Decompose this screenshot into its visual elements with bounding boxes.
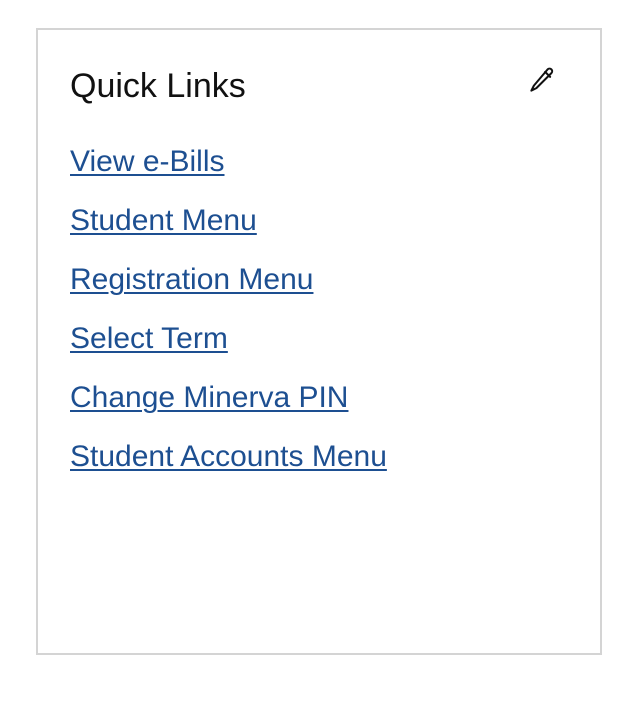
student-menu-link[interactable]: Student Menu bbox=[70, 204, 257, 237]
registration-menu-link[interactable]: Registration Menu bbox=[70, 263, 313, 296]
list-item: Student Accounts Menu bbox=[70, 437, 387, 496]
student-accounts-menu-link[interactable]: Student Accounts Menu bbox=[70, 440, 387, 473]
edit-button[interactable] bbox=[525, 65, 559, 99]
select-term-link[interactable]: Select Term bbox=[70, 322, 228, 355]
list-item: Registration Menu bbox=[70, 260, 387, 319]
pencil-icon bbox=[527, 65, 557, 100]
quick-links-card: Quick Links View e-Bills Student Menu Re… bbox=[36, 28, 602, 655]
view-e-bills-link[interactable]: View e-Bills bbox=[70, 145, 225, 178]
list-item: Change Minerva PIN bbox=[70, 378, 387, 437]
card-title: Quick Links bbox=[70, 67, 246, 105]
change-minerva-pin-link[interactable]: Change Minerva PIN bbox=[70, 381, 348, 414]
list-item: Select Term bbox=[70, 319, 387, 378]
list-item: Student Menu bbox=[70, 201, 387, 260]
list-item: View e-Bills bbox=[70, 142, 387, 201]
quick-links-list: View e-Bills Student Menu Registration M… bbox=[70, 142, 387, 496]
